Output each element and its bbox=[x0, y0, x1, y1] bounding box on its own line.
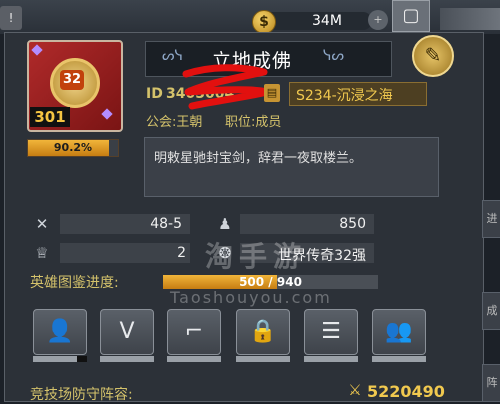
swords-icon: ⚔ bbox=[348, 381, 362, 399]
document-button[interactable]: ☰ bbox=[304, 309, 358, 355]
player-id-label: ID bbox=[146, 86, 163, 102]
heroes-progress-bar: 500 / 940 bbox=[163, 275, 378, 289]
coin-value: 34M bbox=[312, 13, 342, 29]
rank-label-text: 职位: bbox=[225, 115, 256, 130]
weapon-button[interactable]: ⌐ bbox=[167, 309, 221, 355]
coin-icon: $ bbox=[252, 10, 276, 34]
trophy-value: 2 bbox=[177, 245, 186, 261]
button-underline bbox=[100, 356, 154, 362]
kd-value: 48-5 bbox=[150, 216, 182, 232]
close-button[interactable]: ▢ bbox=[392, 0, 430, 32]
red-scribble-overlay bbox=[182, 64, 272, 110]
side-tab-1[interactable]: 进 bbox=[482, 200, 500, 238]
crossed-swords-icon: ✕ bbox=[35, 215, 49, 233]
arena-defense-label: 竞技场防守阵容: bbox=[30, 387, 133, 403]
button-underline bbox=[33, 356, 77, 362]
button-underline bbox=[304, 356, 358, 362]
copy-icon[interactable]: ▤ bbox=[264, 84, 280, 102]
signature-box[interactable] bbox=[144, 137, 439, 197]
exp-percent: 90.2% bbox=[53, 141, 93, 154]
arena-power-value: 5220490 bbox=[367, 382, 445, 401]
group-icon: 👥 bbox=[385, 319, 413, 344]
exp-bar: 90.2% bbox=[27, 139, 119, 157]
side-tab-2[interactable]: 成 bbox=[482, 292, 500, 330]
button-underline bbox=[236, 356, 290, 362]
plus-icon[interactable]: + bbox=[368, 10, 388, 30]
top-avatar[interactable]: ! bbox=[0, 6, 22, 30]
rank-label: 职位:成员 bbox=[225, 111, 281, 130]
signature-text: 明敕星驰封宝剑，辞君一夜取楼兰。 bbox=[154, 151, 363, 166]
watermark-en: Taoshouyou.com bbox=[170, 288, 332, 307]
lock-button[interactable]: 🔒 bbox=[236, 309, 290, 355]
guild-label: 公会:王朝 bbox=[146, 111, 202, 130]
pistol-icon: ⌐ bbox=[184, 319, 204, 344]
server-name: S234-沉浸之海 bbox=[296, 88, 393, 104]
friends-button[interactable]: 👥 bbox=[372, 309, 426, 355]
guild-name: 王朝 bbox=[176, 115, 203, 130]
edit-name-button[interactable]: ✎ bbox=[412, 35, 454, 77]
profile-button[interactable]: 👤 bbox=[33, 309, 87, 355]
person-icon: 👤 bbox=[46, 319, 74, 344]
side-tab-3[interactable]: 阵 bbox=[482, 364, 500, 402]
button-underline-accent bbox=[77, 356, 87, 362]
rank-name: 成员 bbox=[255, 115, 282, 130]
chess-pawn-icon: ♟ bbox=[218, 215, 232, 233]
avatar-level-badge: 32 bbox=[60, 70, 84, 90]
name-ornament-right: ᓭᔕ bbox=[323, 48, 344, 64]
top-right-ornament bbox=[440, 8, 500, 30]
document-icon: ☰ bbox=[321, 319, 341, 344]
player-level: 301 bbox=[30, 107, 70, 127]
trophy-icon: ♕ bbox=[35, 244, 49, 262]
rank-value: 850 bbox=[339, 216, 366, 232]
guild-label-text: 公会: bbox=[146, 115, 177, 130]
vip-icon: Ⅴ bbox=[119, 319, 135, 344]
button-underline bbox=[167, 356, 221, 362]
watermark-cn: 淘手游 bbox=[205, 240, 308, 273]
heroes-progress-label: 英雄图鉴进度: bbox=[30, 275, 119, 291]
lock-icon: 🔒 bbox=[249, 319, 277, 344]
button-underline bbox=[372, 356, 426, 362]
vip-button[interactable]: Ⅴ bbox=[100, 309, 154, 355]
